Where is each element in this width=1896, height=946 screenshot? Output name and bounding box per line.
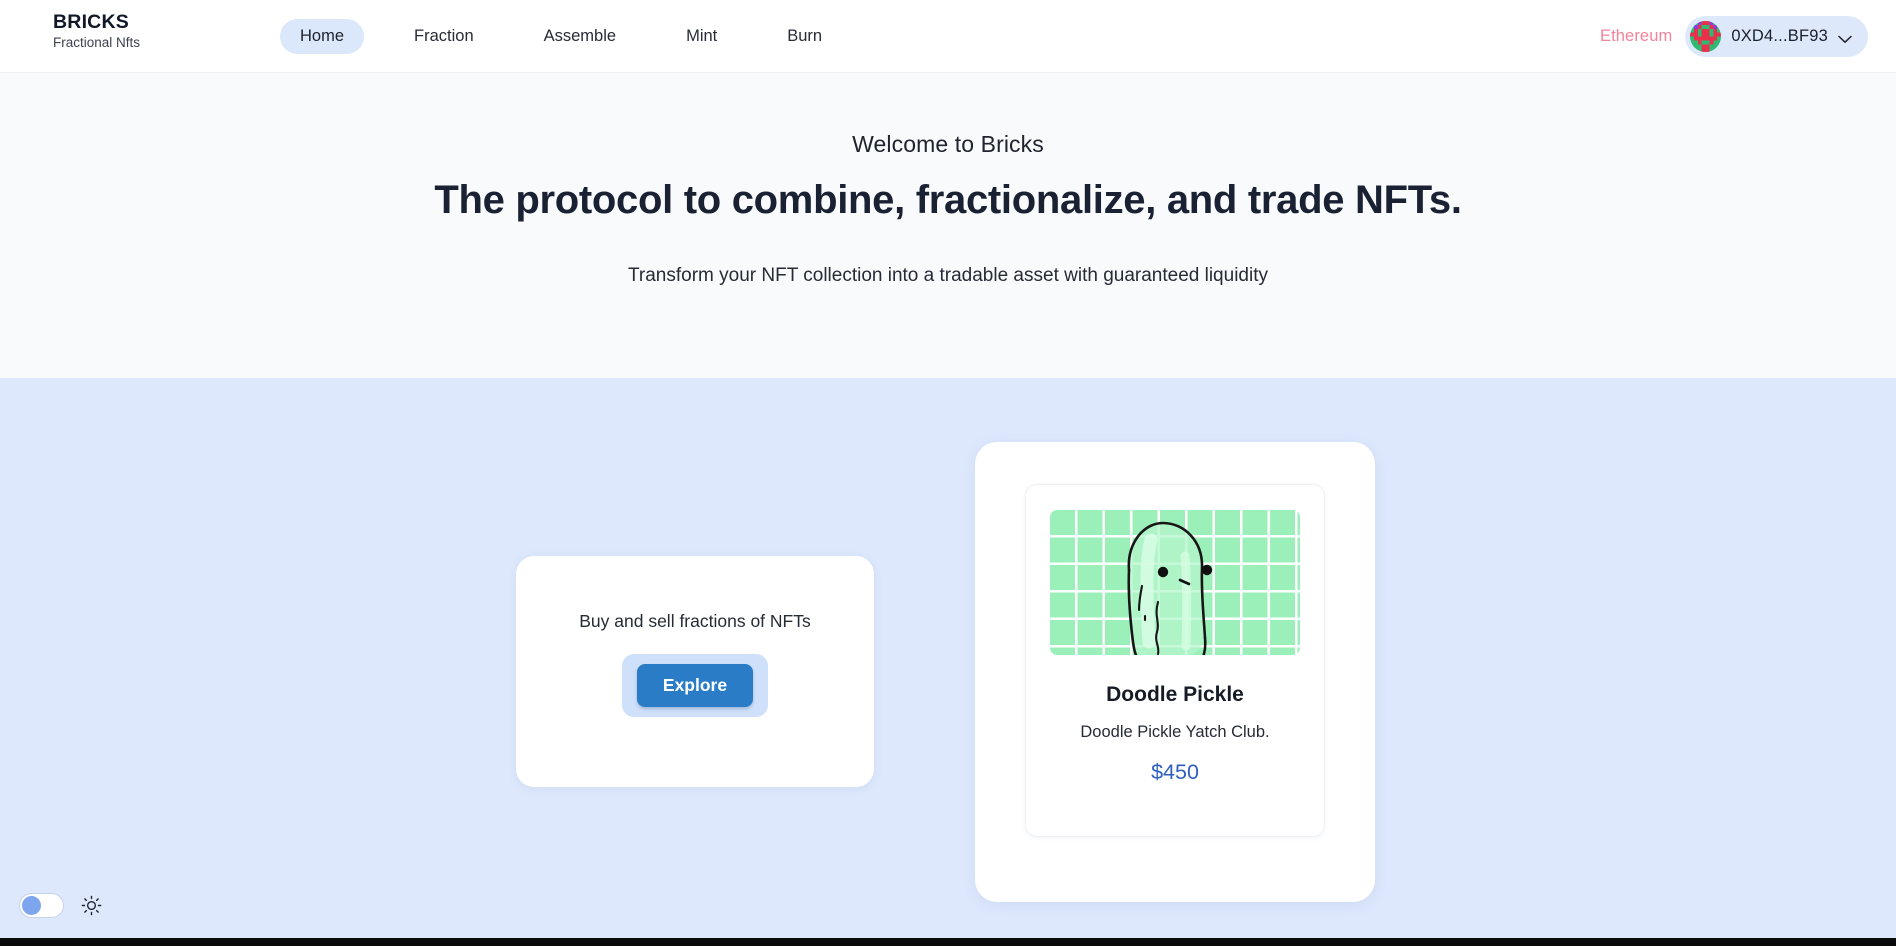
hero-subtitle: Transform your NFT collection into a tra… xyxy=(628,265,1268,286)
bottom-bar xyxy=(0,938,1896,946)
nav-item-fraction[interactable]: Fraction xyxy=(394,19,494,54)
hero-eyebrow: Welcome to Bricks xyxy=(852,131,1044,157)
cta-card: Buy and sell fractions of NFTs Explore xyxy=(516,556,874,787)
app-root: BRICKS Fractional Nfts Home Fraction Ass… xyxy=(0,0,1896,946)
chevron-down-icon xyxy=(1838,32,1852,43)
nft-description: Doodle Pickle Yatch Club. xyxy=(1080,723,1270,741)
nft-price: $450 xyxy=(1151,760,1199,784)
nav-item-home[interactable]: Home xyxy=(280,19,365,54)
cta-text: Buy and sell fractions of NFTs xyxy=(579,611,811,631)
nav-item-assemble[interactable]: Assemble xyxy=(524,19,636,54)
sun-icon[interactable] xyxy=(81,895,102,916)
nft-artwork xyxy=(1050,510,1300,655)
nft-card-container[interactable]: Doodle Pickle Doodle Pickle Yatch Club. … xyxy=(975,442,1375,902)
page-title: The protocol to combine, fractionalize, … xyxy=(434,178,1462,222)
nav-item-burn[interactable]: Burn xyxy=(767,19,842,54)
nft-card[interactable]: Doodle Pickle Doodle Pickle Yatch Club. … xyxy=(1025,484,1325,837)
wallet-button[interactable]: 0XD4...BF93 xyxy=(1685,16,1868,57)
brand-name: BRICKS xyxy=(53,11,129,33)
explore-button[interactable]: Explore xyxy=(636,664,754,708)
explore-button-focus-ring: Explore xyxy=(621,654,769,718)
brand-logo[interactable]: BRICKS Fractional Nfts xyxy=(53,11,141,51)
nft-name: Doodle Pickle xyxy=(1106,683,1244,706)
hero-section: Welcome to Bricks The protocol to combin… xyxy=(0,73,1896,378)
brand-tagline: Fractional Nfts xyxy=(53,35,141,51)
theme-toggle-switch[interactable] xyxy=(19,893,64,918)
nav-item-mint[interactable]: Mint xyxy=(666,19,737,54)
avatar xyxy=(1690,21,1722,52)
content-panel: Buy and sell fractions of NFTs Explore D… xyxy=(0,378,1896,938)
theme-controls xyxy=(19,893,102,918)
top-navigation-bar: BRICKS Fractional Nfts Home Fraction Ass… xyxy=(0,0,1896,73)
theme-toggle-knob xyxy=(22,896,41,915)
main-nav: Home Fraction Assemble Mint Burn xyxy=(280,0,842,73)
header-right-cluster: Ethereum 0XD4...BF93 xyxy=(1600,0,1868,73)
wallet-address: 0XD4...BF93 xyxy=(1731,27,1828,45)
chain-label: Ethereum xyxy=(1599,27,1673,45)
